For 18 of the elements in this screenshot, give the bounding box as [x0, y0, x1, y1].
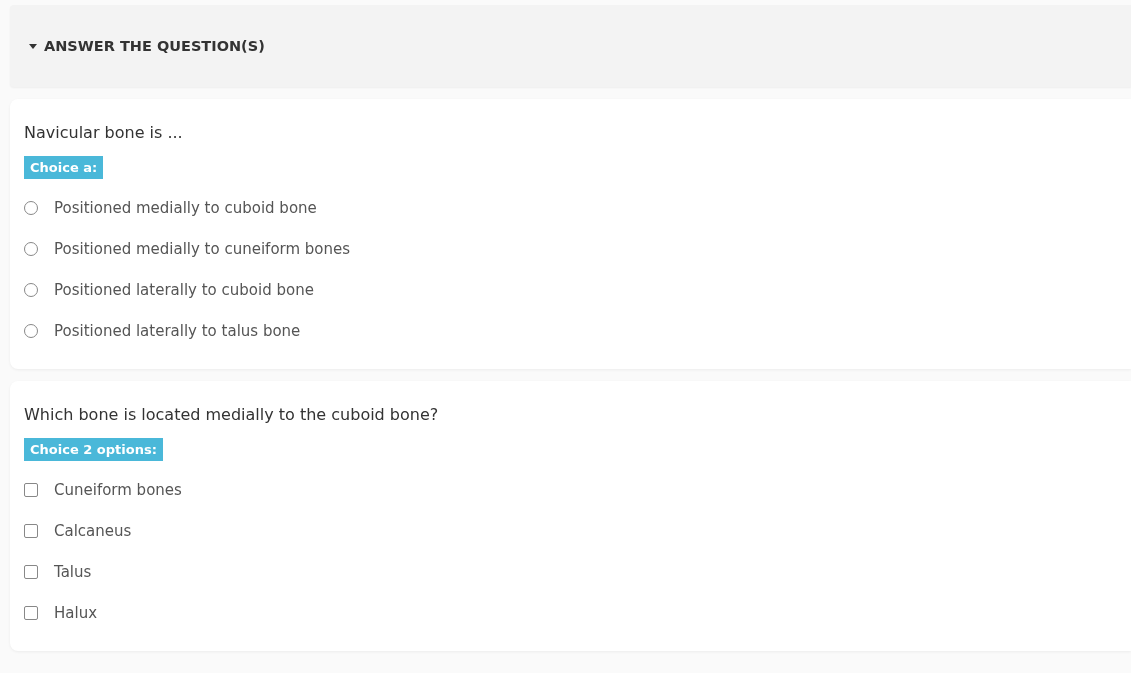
checkbox[interactable] [24, 523, 38, 538]
choice-label: Choice 2 options: [24, 438, 163, 461]
option-label: Talus [54, 562, 92, 581]
checkbox[interactable] [24, 482, 38, 497]
option-label: Positioned medially to cuboid bone [54, 198, 317, 217]
checkbox[interactable] [24, 564, 38, 579]
option-label: Halux [54, 603, 98, 622]
option-label: Cuneiform bones [54, 480, 182, 499]
option-label: Positioned medially to cuneiform bones [54, 239, 351, 258]
question-text: Navicular bone is ... [24, 123, 184, 142]
question-text: Which bone is located medially to the cuboid bone? [24, 405, 440, 424]
section-title: ANSWER THE QUESTION(S) [44, 38, 265, 54]
option-label: Positioned laterally to talus bone [54, 321, 301, 340]
section-header[interactable]: ANSWER THE QUESTION(S) [10, 5, 1131, 87]
option-label: Positioned laterally to cuboid bone [54, 280, 314, 299]
option-label: Calcaneus [54, 521, 132, 540]
choice-label: Choice a: [24, 156, 104, 179]
checkbox[interactable] [24, 605, 38, 620]
